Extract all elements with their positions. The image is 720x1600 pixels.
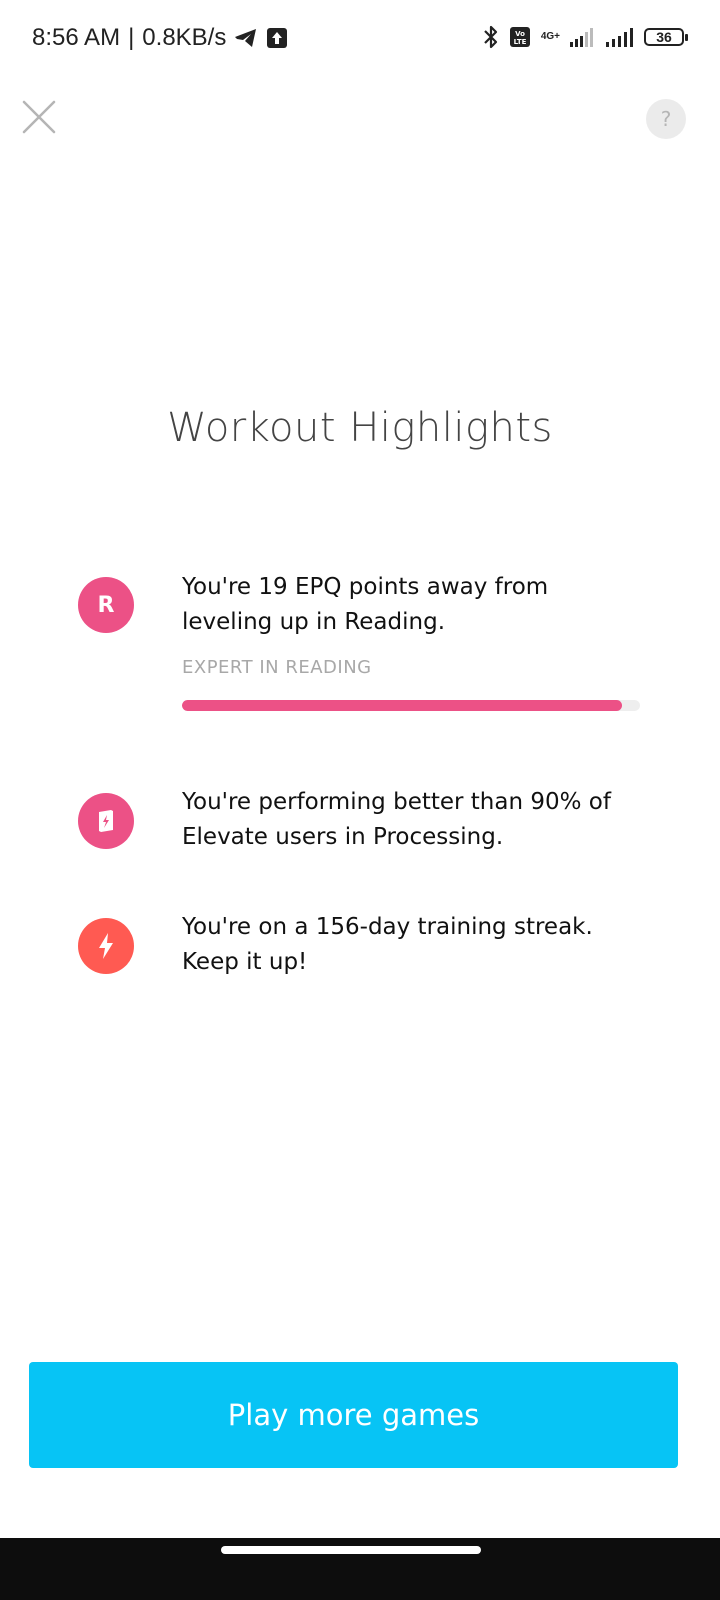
status-time: 8:56 AM [32,24,121,51]
signal-1-icon [570,27,596,47]
upload-icon [266,27,288,49]
status-separator: | [128,24,135,51]
telegram-icon [234,27,258,49]
close-button[interactable] [20,98,58,136]
reading-progress-fill [182,700,622,711]
status-right: Vo LTE 4G+ 36 [483,24,688,50]
status-speed: 0.8KB/s [142,24,227,51]
home-indicator[interactable] [221,1546,481,1554]
lightning-icon [99,933,113,959]
highlight-streak-text: You're on a 156-day training streak. Kee… [182,910,662,980]
signal-2-icon [606,27,634,47]
status-left: 8:56 AM | 0.8KB/s [32,24,288,52]
close-icon [22,100,56,134]
highlight-reading-line1: You're 19 EPQ points away from [182,574,549,600]
processing-badge [78,793,134,849]
network-type-label: 4G+ [540,31,560,42]
battery-level: 36 [656,29,672,45]
highlight-reading-line2: leveling up in Reading. [182,609,446,635]
highlight-streak-line1: You're on a 156-day training streak. [182,914,593,940]
workout-highlights-screen: 8:56 AM | 0.8KB/s Vo LTE 4G+ 36 ? Workou… [0,0,720,1600]
highlight-processing-line2: Elevate users in Processing. [182,824,504,850]
reading-level-label: EXPERT IN READING [182,657,372,678]
letter-r-icon: R [97,592,115,618]
bluetooth-icon [483,24,499,50]
play-more-games-button[interactable]: Play more games [29,1362,678,1468]
status-bar: 8:56 AM | 0.8KB/s Vo LTE 4G+ 36 [0,0,720,80]
svg-text:Vo: Vo [515,30,525,38]
highlight-processing-text: You're performing better than 90% of Ele… [182,785,662,855]
highlight-reading-text: You're 19 EPQ points away from leveling … [182,570,662,640]
streak-badge [78,918,134,974]
reading-progress-bar [182,700,640,711]
highlight-processing-line1: You're performing better than 90% of [182,789,611,815]
processing-book-icon [99,810,113,832]
battery-indicator: 36 [644,28,688,46]
reading-badge: R [78,577,134,633]
svg-text:LTE: LTE [513,38,526,46]
network-type: 4G+ [541,32,560,42]
help-icon: ? [660,107,672,131]
highlight-streak-line2: Keep it up! [182,949,308,975]
play-more-games-label: Play more games [227,1398,480,1432]
page-title: Workout Highlights [167,405,553,451]
volte-icon: Vo LTE [509,26,531,48]
help-button[interactable]: ? [646,99,686,139]
